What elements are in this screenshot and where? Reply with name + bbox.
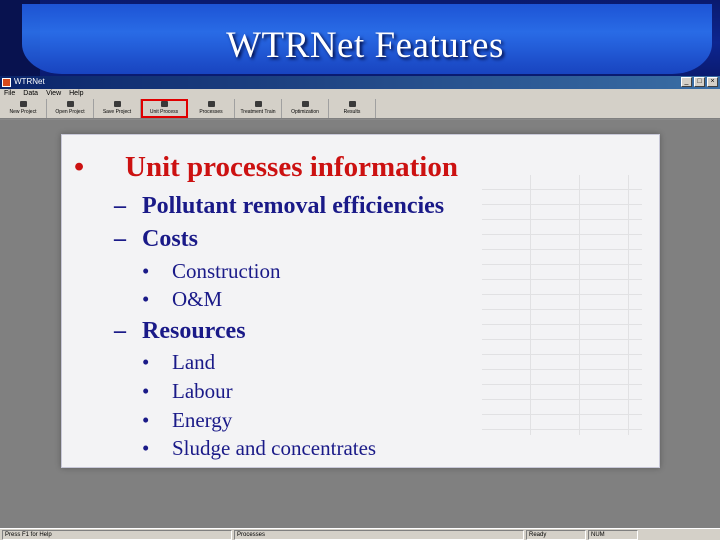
optimization-icon — [301, 101, 309, 107]
bullet-text: Construction — [172, 259, 281, 283]
bullet-marker: • — [142, 379, 150, 403]
window-title: WTRNet — [14, 77, 45, 86]
bullet-text: Unit processes information — [125, 151, 458, 183]
optimization-button[interactable]: Optimization — [282, 99, 329, 118]
status-help: Press F1 for Help — [2, 529, 232, 540]
bullet-text: O&M — [172, 287, 223, 311]
save-project-button[interactable]: Save Project — [94, 99, 141, 118]
open-project-button[interactable]: Open Project — [47, 99, 94, 118]
close-icon[interactable]: × — [707, 77, 718, 87]
results-button[interactable]: Results — [329, 99, 376, 118]
app-icon — [2, 78, 11, 87]
maximize-icon[interactable]: □ — [694, 77, 705, 87]
bullet-marker: • — [142, 408, 150, 432]
window-titlebar: WTRNet _ □ × — [0, 76, 720, 89]
tool-label: Optimization — [291, 109, 319, 115]
save-icon — [113, 101, 121, 107]
slide-header: WTRNet Features — [0, 0, 720, 78]
results-icon — [348, 101, 356, 107]
tool-label: Processes — [199, 109, 223, 115]
bullet-list: • Unit processes information – Pollutant… — [62, 135, 659, 467]
menu-help[interactable]: Help — [69, 89, 83, 99]
bullet-marker: – — [114, 318, 126, 344]
new-project-button[interactable]: New Project — [0, 99, 47, 118]
open-icon — [66, 101, 74, 107]
tool-label: Open Project — [55, 109, 85, 115]
tool-label: Unit Process — [149, 109, 179, 115]
bullet-marker: • — [142, 436, 150, 460]
bullet-text: Labour — [172, 379, 233, 403]
bullet-marker: – — [114, 193, 126, 219]
treatment-train-icon — [254, 101, 262, 107]
bullet-text: Costs — [142, 226, 199, 252]
bullet-text: Pollutant removal efficiencies — [142, 193, 445, 219]
slide-title: WTRNet Features — [226, 25, 504, 66]
tool-label: Results — [343, 109, 361, 115]
window-controls: _ □ × — [681, 77, 718, 87]
bullet-marker: • — [142, 259, 150, 283]
unit-process-icon — [160, 101, 168, 107]
processes-button[interactable]: Processes — [188, 99, 235, 118]
bullet-text: Energy — [172, 408, 233, 432]
tool-label: Treatment Train — [240, 109, 276, 115]
content-panel: • Unit processes information – Pollutant… — [61, 134, 660, 468]
menubar: File Data View Help — [0, 89, 720, 99]
processes-icon — [207, 101, 215, 107]
bullet-marker: – — [114, 226, 126, 252]
status-mode: Processes — [234, 529, 524, 540]
treatment-train-button[interactable]: Treatment Train — [235, 99, 282, 118]
unit-process-button[interactable]: Unit Process — [141, 99, 188, 118]
status-ready: Ready — [526, 529, 586, 540]
tool-label: Save Project — [102, 109, 132, 115]
toolbar: New Project Open Project Save Project Un… — [0, 99, 720, 119]
bullet-text: Land — [172, 350, 216, 374]
bullet-marker: • — [142, 287, 150, 311]
bullet-text: Sludge and concentrates — [172, 436, 377, 460]
tool-label: New Project — [9, 109, 37, 115]
menu-view[interactable]: View — [46, 89, 61, 99]
new-icon — [19, 101, 27, 107]
menu-file[interactable]: File — [4, 89, 15, 99]
statusbar: Press F1 for Help Processes Ready NUM — [0, 528, 720, 540]
minimize-icon[interactable]: _ — [681, 77, 692, 87]
bullet-marker: • — [142, 350, 150, 374]
menu-data[interactable]: Data — [23, 89, 38, 99]
bullet-text: Resources — [142, 318, 246, 344]
status-num: NUM — [588, 529, 638, 540]
bullet-marker: • — [74, 151, 85, 183]
